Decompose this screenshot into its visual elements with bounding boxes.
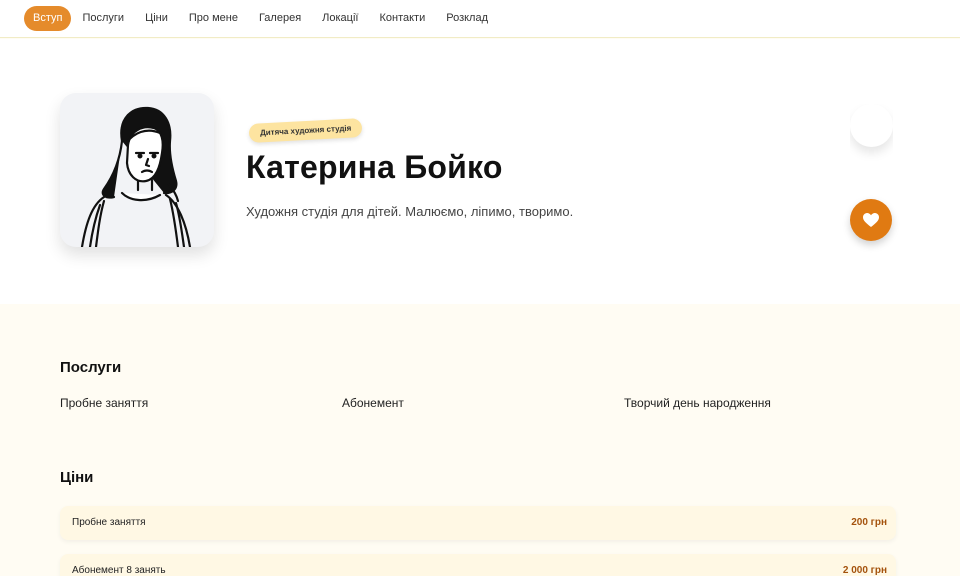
page-title: Катерина Бойко (246, 149, 503, 185)
nav-item-about[interactable]: Про мене (179, 6, 248, 31)
price-name: Пробне заняття (72, 517, 146, 528)
services-title: Послуги (60, 359, 122, 376)
nav-item-services[interactable]: Послуги (72, 6, 134, 31)
avatar-illustration (80, 106, 192, 247)
price-row: Пробне заняття 200 грн (60, 506, 896, 540)
nav-item-intro[interactable]: Вступ (24, 6, 72, 31)
avatar (60, 93, 214, 247)
price-name: Абонемент 8 занять (72, 565, 166, 576)
nav-item-schedule[interactable]: Розклад (436, 6, 498, 31)
price-value: 2 000 грн (842, 565, 887, 576)
studio-badge: Дитяча художня студія (248, 118, 363, 143)
service-subscription[interactable]: Абонемент (342, 396, 404, 410)
service-trial[interactable]: Пробне заняття (60, 396, 148, 410)
decorative-bubble (850, 104, 893, 147)
nav-item-gallery[interactable]: Галерея (249, 6, 311, 31)
prices-title: Ціни (60, 469, 94, 486)
favorite-button[interactable] (850, 199, 892, 241)
nav-item-locations[interactable]: Локації (312, 6, 368, 31)
price-row: Абонемент 8 занять 2 000 грн (60, 554, 896, 576)
heart-icon (863, 213, 879, 227)
hero-section: Дитяча художня студія Катерина Бойко Худ… (0, 39, 960, 304)
top-nav: Вступ Послуги Ціни Про мене Галерея Лока… (0, 0, 960, 38)
price-value: 200 грн (851, 517, 887, 528)
nav-item-contacts[interactable]: Контакти (369, 6, 435, 31)
nav-item-prices[interactable]: Ціни (135, 6, 178, 31)
hero-tagline: Художня студія для дітей. Малюємо, ліпим… (246, 204, 574, 219)
service-birthday[interactable]: Творчий день народження (624, 396, 771, 410)
